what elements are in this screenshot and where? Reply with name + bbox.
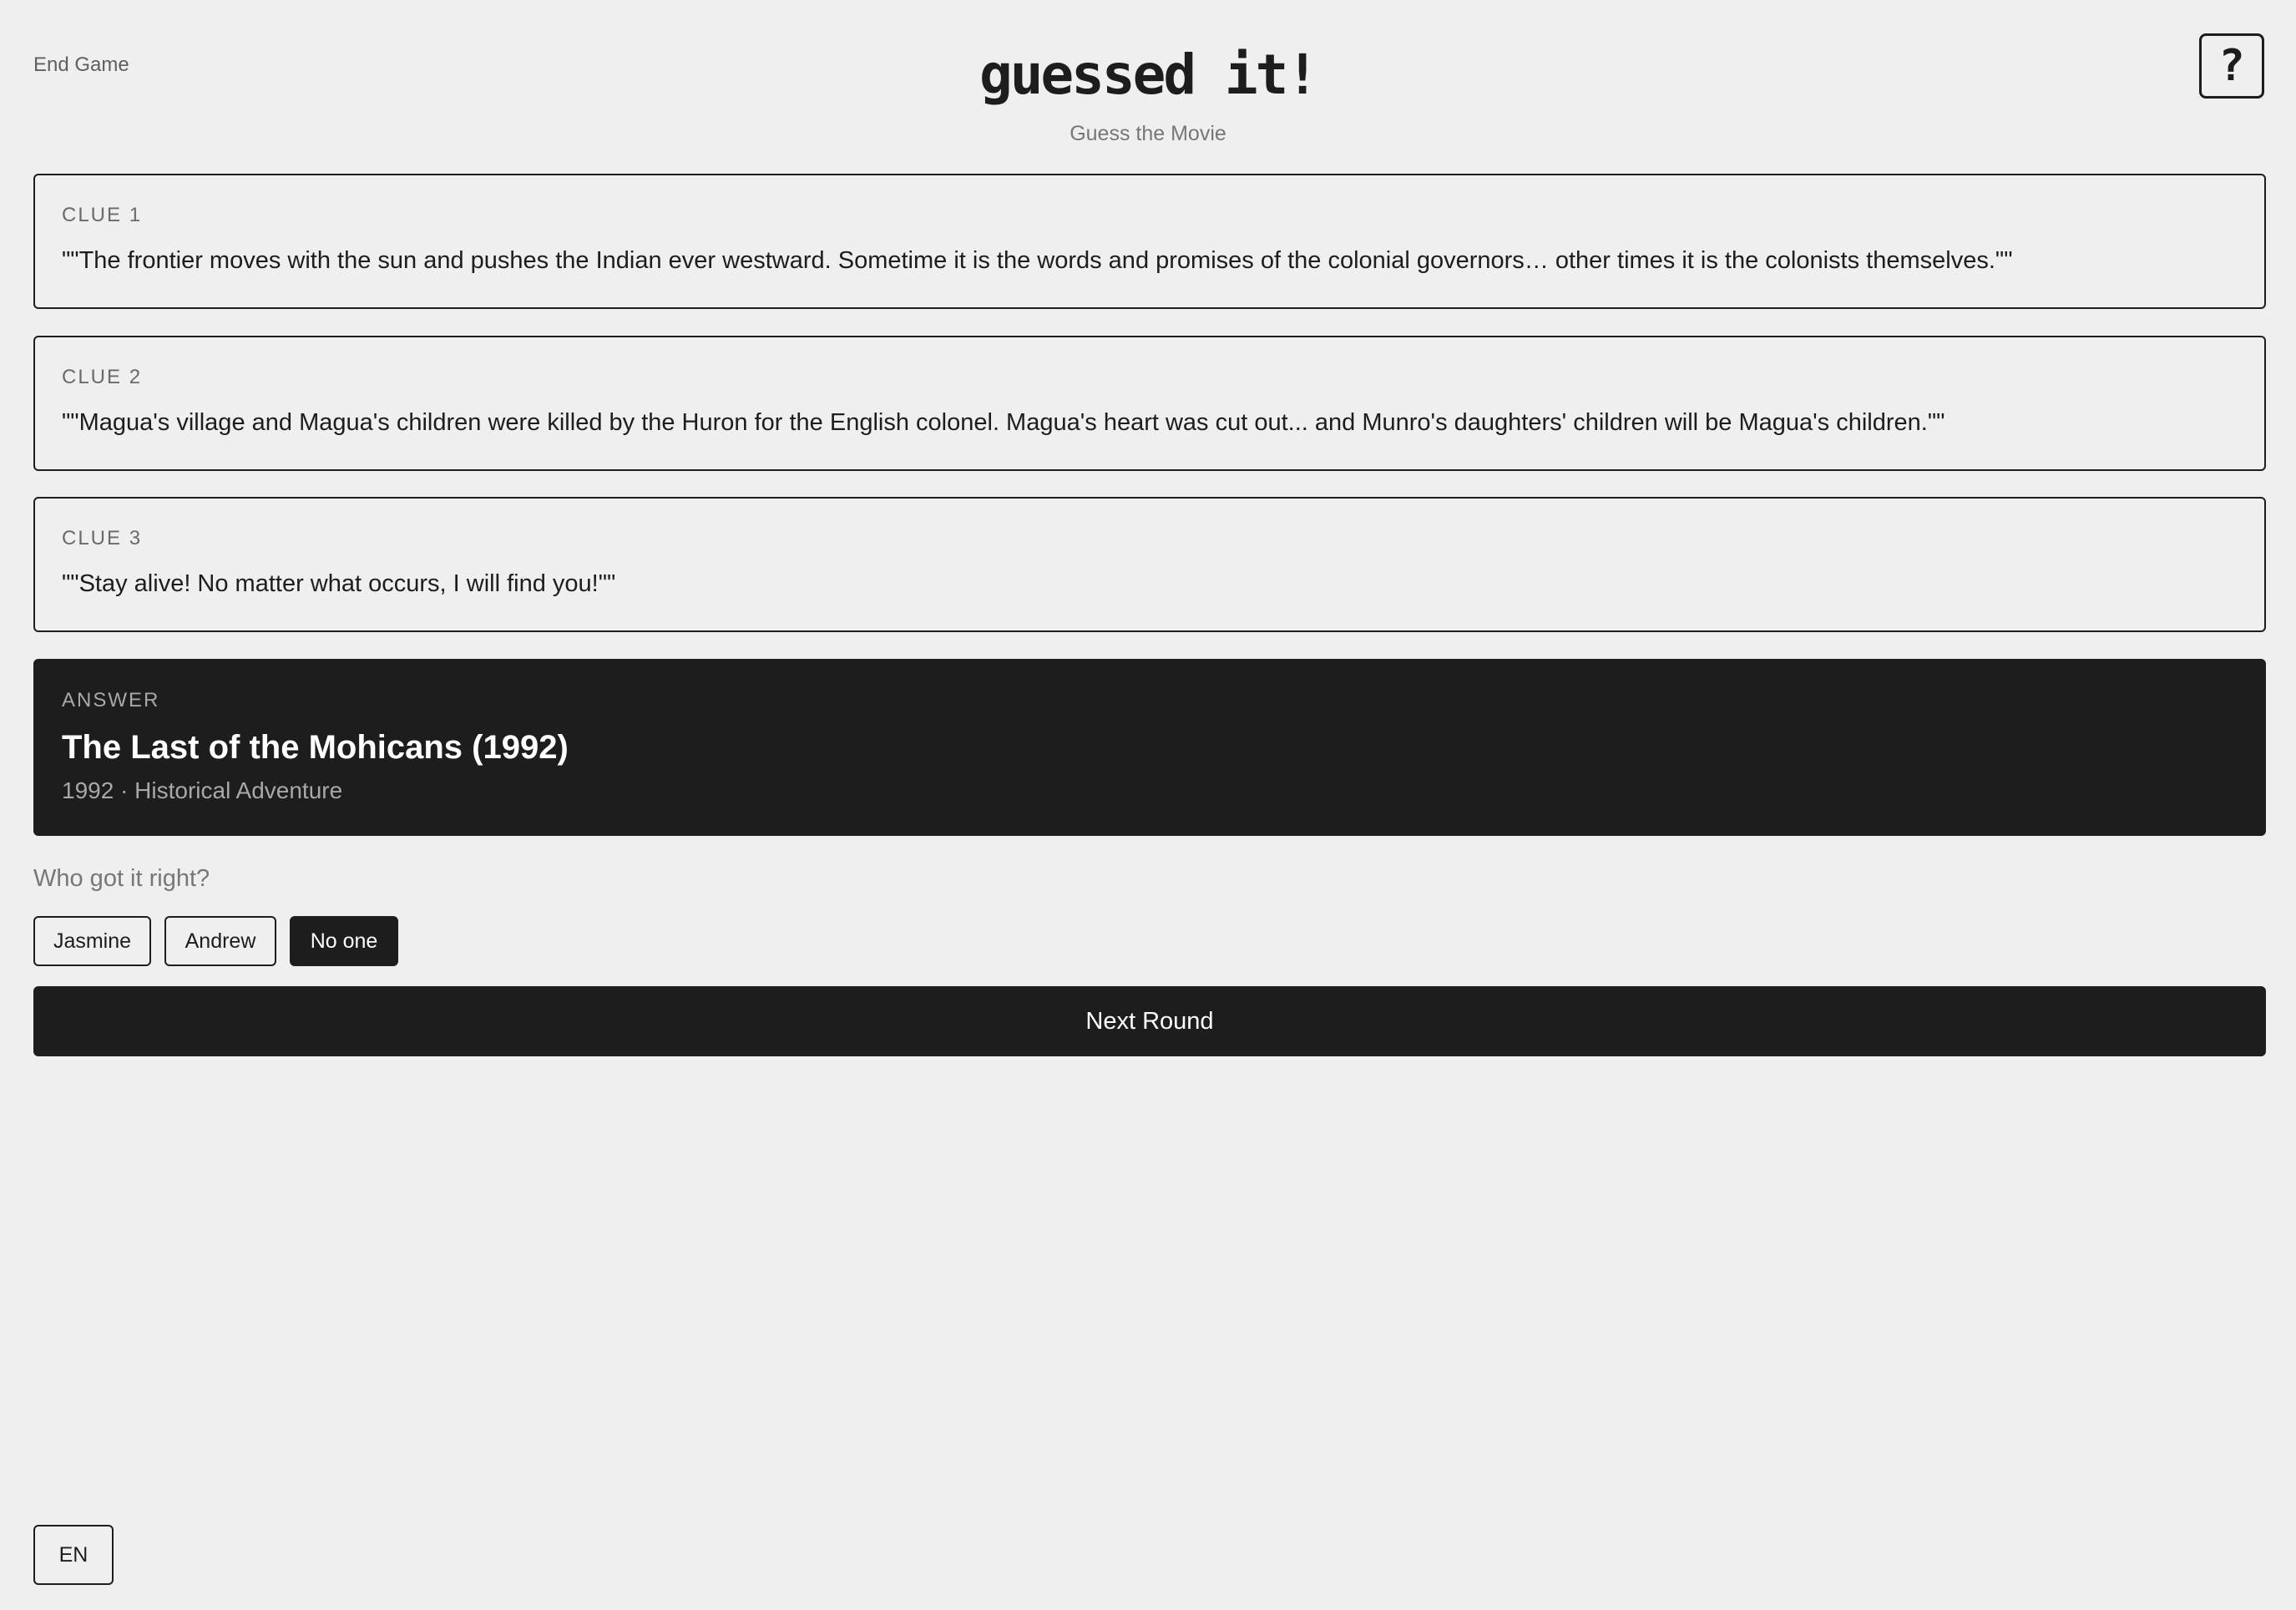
clue-text: ""Stay alive! No matter what occurs, I w… [62,570,616,597]
clue-card-2: CLUE 2 ""Magua's village and Magua's chi… [33,336,2266,471]
language-button[interactable]: EN [33,1525,114,1585]
clue-label: CLUE 3 [62,527,143,549]
game-screen: End Game guessed it! Guess the Movie ? C… [0,0,2296,1610]
next-round-button[interactable]: Next Round [33,986,2266,1056]
clue-label: CLUE 2 [62,366,143,388]
answer-label: ANSWER [62,689,160,711]
app-title: guessed it! [979,43,1319,107]
answer-title: The Last of the Mohicans (1992) [62,729,569,766]
clue-card-1: CLUE 1 ""The frontier moves with the sun… [33,174,2266,309]
clue-text: ""Magua's village and Magua's children w… [62,409,1945,436]
clue-text: ""The frontier moves with the sun and pu… [62,247,2013,274]
answer-meta: 1992 · Historical Adventure [62,777,343,803]
help-button[interactable]: ? [2199,33,2264,99]
player-button-no-one[interactable]: No one [290,916,398,966]
player-button-andrew[interactable]: Andrew [164,916,276,966]
question-mark-icon: ? [2218,41,2245,91]
player-button-jasmine[interactable]: Jasmine [33,916,151,966]
clue-label: CLUE 1 [62,204,143,226]
who-got-it-right-label: Who got it right? [33,865,210,892]
clue-card-3: CLUE 3 ""Stay alive! No matter what occu… [33,497,2266,632]
answer-card: ANSWER The Last of the Mohicans (1992) 1… [33,659,2266,836]
game-subtitle: Guess the Movie [1070,122,1226,145]
